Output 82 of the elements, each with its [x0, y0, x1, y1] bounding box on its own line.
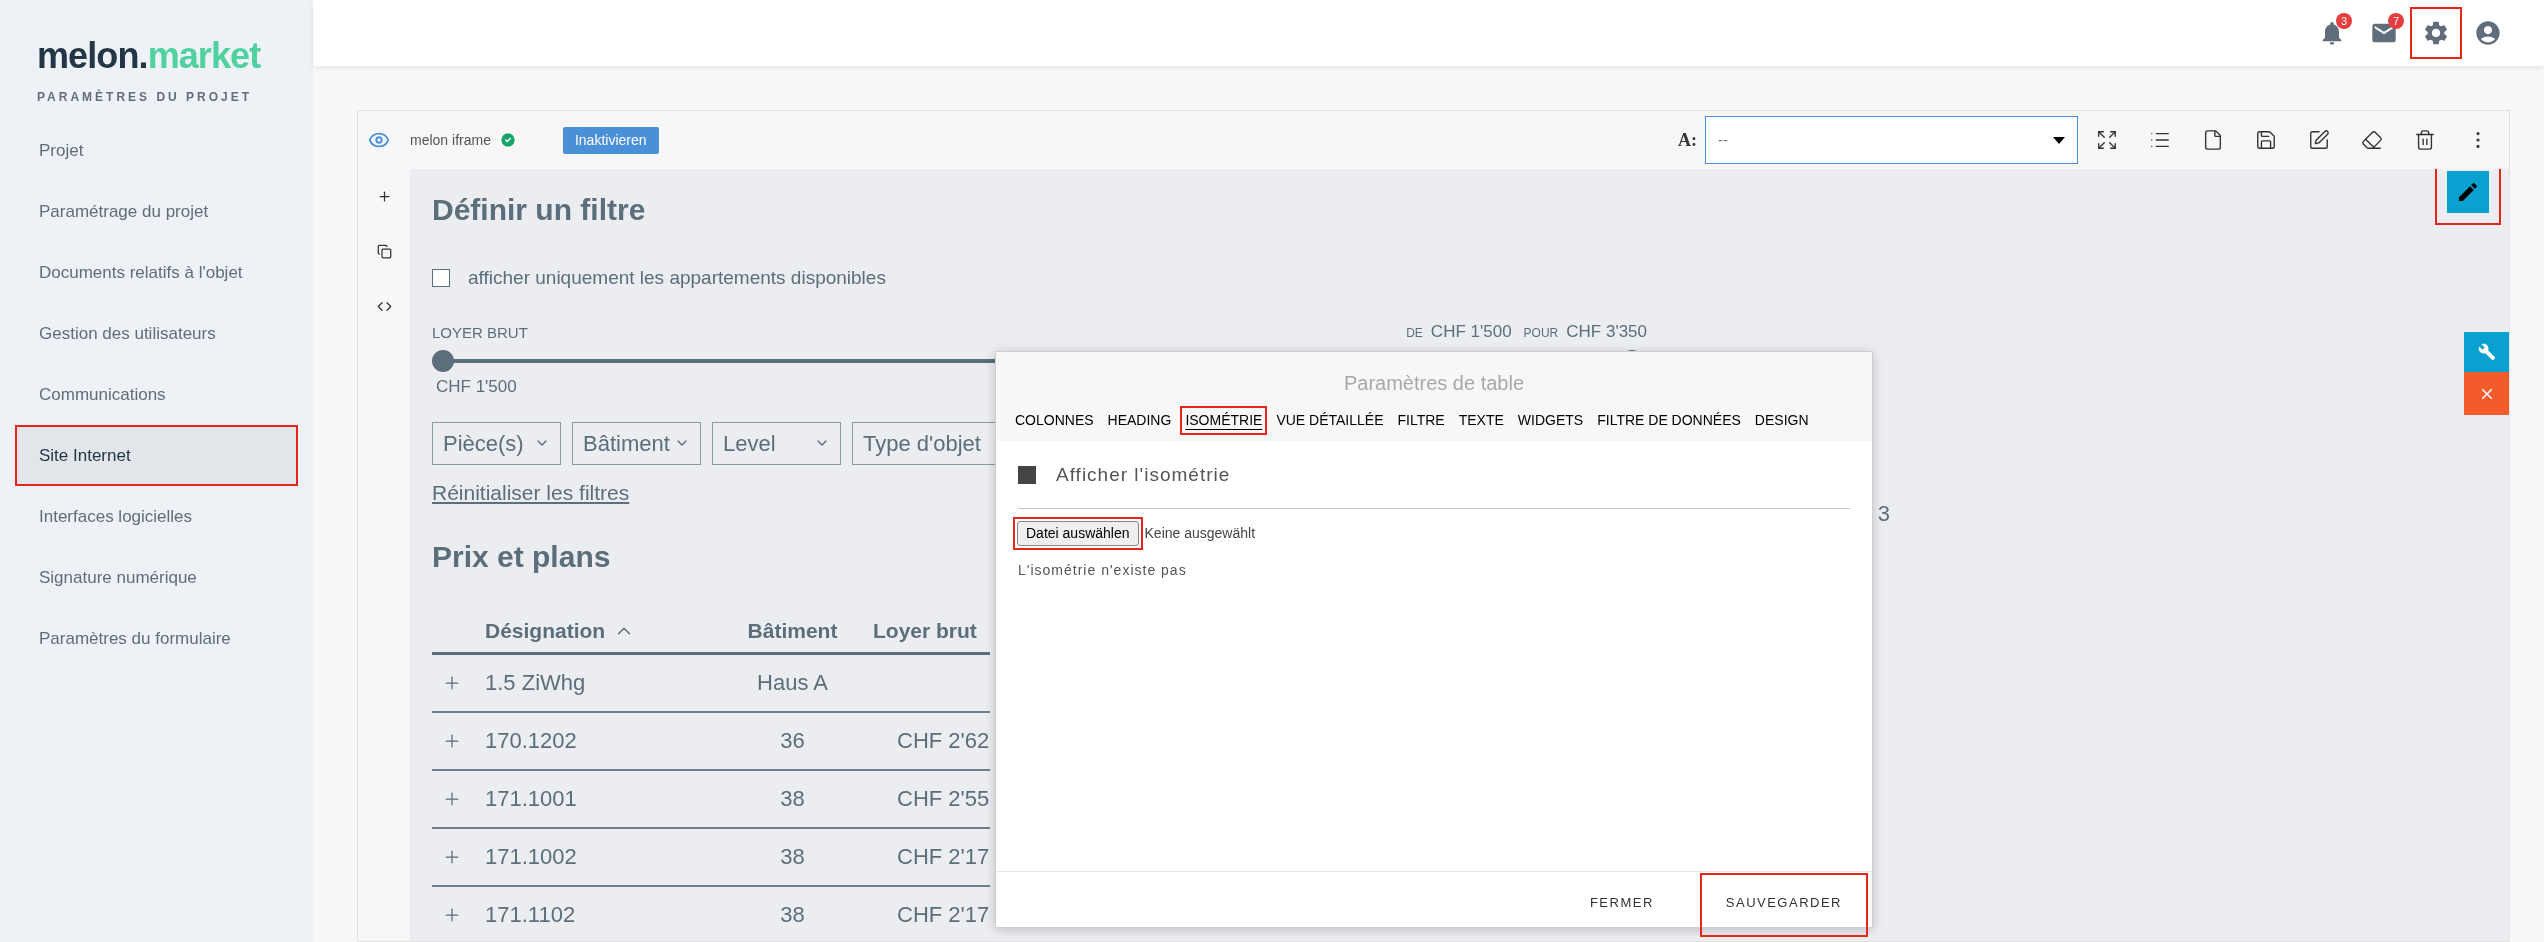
iframe-name: melon iframe — [410, 130, 491, 150]
table-cell-text: 171.1102 — [485, 901, 577, 929]
checkbox-label: Afficher l'isométrie — [1056, 463, 1231, 487]
sidebar-item[interactable]: Paramétrage du projet — [15, 181, 298, 242]
table-cell-text: 38 — [779, 785, 806, 813]
user-icon[interactable] — [2474, 19, 2502, 47]
code-icon[interactable] — [376, 299, 392, 314]
file-status: Keine ausgewählt — [1144, 523, 1256, 543]
trash-icon[interactable] — [2414, 129, 2436, 151]
tools-tab[interactable] — [2464, 332, 2509, 372]
dialog-button[interactable]: SAUVEGARDER — [1719, 885, 1848, 921]
filter-dropdown[interactable]: Bâtiment — [572, 421, 701, 465]
range-from-label: DE — [1406, 324, 1423, 342]
notification-badge: 7 — [2388, 13, 2404, 29]
wrench-icon — [2477, 343, 2496, 361]
pencil-icon — [2456, 180, 2480, 204]
dialog-title: Paramètres de table — [1342, 371, 1526, 396]
file-icon[interactable] — [2202, 129, 2224, 151]
table-cell-text: 38 — [779, 843, 806, 871]
table-title: Prix et plans — [432, 538, 611, 575]
tab[interactable]: FILTRE DE DONNÉES — [1592, 406, 1746, 435]
slider-label: LOYER BRUT — [432, 322, 528, 343]
checkbox[interactable] — [1018, 466, 1036, 485]
column-header[interactable]: Bâtiment — [720, 615, 865, 647]
message: L'isométrie n'existe pas — [1018, 560, 1188, 580]
count-text: 3 — [1877, 499, 1890, 528]
logo: melon.market — [37, 38, 262, 74]
table-cell-text: 171.1002 — [485, 843, 578, 871]
table-cell-text: CHF 2'17 — [896, 843, 990, 871]
edit-icon[interactable] — [2308, 129, 2330, 151]
tab[interactable]: HEADING — [1102, 406, 1177, 435]
slider-min-value: CHF 1'500 — [436, 376, 517, 398]
sidebar-item[interactable]: Communications — [15, 364, 298, 425]
checkbox[interactable] — [432, 269, 450, 288]
sidebar-item[interactable]: Projet — [15, 120, 298, 181]
edit-button[interactable] — [2447, 171, 2489, 213]
sidebar-item[interactable]: Paramètres du formulaire — [15, 608, 298, 669]
table-cell-text: 171.1001 — [485, 785, 578, 813]
table-cell-text: 1.5 ZiWhg — [485, 669, 587, 697]
tab[interactable]: DESIGN — [1749, 406, 1814, 435]
expand-icon[interactable] — [2096, 129, 2118, 151]
sidebar-subtitle: PARAMÈTRES DU PROJET — [37, 88, 254, 106]
tab[interactable]: VUE DÉTAILLÉE — [1271, 406, 1389, 435]
checkbox-label: afficher uniquement les appartements disponibles — [468, 266, 886, 290]
table-cell-text: 170.1202 — [485, 727, 578, 755]
plus-icon[interactable] — [376, 189, 392, 204]
range-to-label: POUR — [1523, 324, 1559, 342]
filter-title: Définir un filtre — [432, 192, 646, 228]
sidebar-item[interactable]: Gestion des utilisateurs — [15, 303, 298, 364]
eraser-icon[interactable] — [2361, 129, 2383, 151]
table-cell-text: 38 — [779, 901, 806, 929]
deactivate-button[interactable]: Inaktivieren — [562, 126, 659, 154]
font-select[interactable]: -- — [1705, 116, 2078, 164]
reset-filters-link[interactable]: Réinitialiser les filtres — [432, 476, 630, 508]
column-header[interactable]: Loyer brut — [865, 615, 990, 647]
tab[interactable]: FILTRE — [1392, 406, 1450, 435]
filter-dropdown[interactable]: Level — [712, 421, 841, 465]
copy-icon[interactable] — [376, 244, 392, 259]
notification-badge: 3 — [2336, 13, 2352, 29]
sidebar-item[interactable]: Site Internet — [15, 425, 298, 486]
table-cell-text: CHF 2'17 — [896, 901, 990, 929]
tab[interactable]: WIDGETS — [1512, 406, 1589, 435]
range-to-value: CHF 3'350 — [1566, 320, 1647, 343]
slider-thumb[interactable] — [432, 350, 454, 372]
filter-dropdown[interactable]: Pièce(s) — [432, 421, 561, 465]
dialog-button[interactable]: FERMER — [1583, 885, 1660, 921]
tab[interactable]: ISOMÉTRIE — [1180, 406, 1268, 435]
sidebar-item[interactable]: Interfaces logicielles — [15, 486, 298, 547]
caret-icon — [2053, 136, 2065, 144]
sidebar-item[interactable]: Signature numérique — [15, 547, 298, 608]
table-cell-text: 36 — [779, 727, 806, 755]
save-icon[interactable] — [2255, 129, 2277, 151]
sidebar-item[interactable]: Documents relatifs à l'objet — [15, 242, 298, 303]
table-cell-text: CHF 2'55 — [896, 785, 990, 813]
table-cell-text: CHF 2'62 — [896, 727, 990, 755]
choose-file-button[interactable]: Datei auswählen — [1017, 520, 1139, 546]
font-picker-label: A: — [1678, 128, 1697, 152]
table-cell-text: Haus A — [756, 669, 829, 697]
column-header[interactable]: Désignation — [485, 615, 720, 647]
settings-icon[interactable] — [2422, 19, 2450, 47]
tab[interactable]: TEXTE — [1453, 406, 1509, 435]
range-from-value: CHF 1'500 — [1430, 320, 1512, 343]
